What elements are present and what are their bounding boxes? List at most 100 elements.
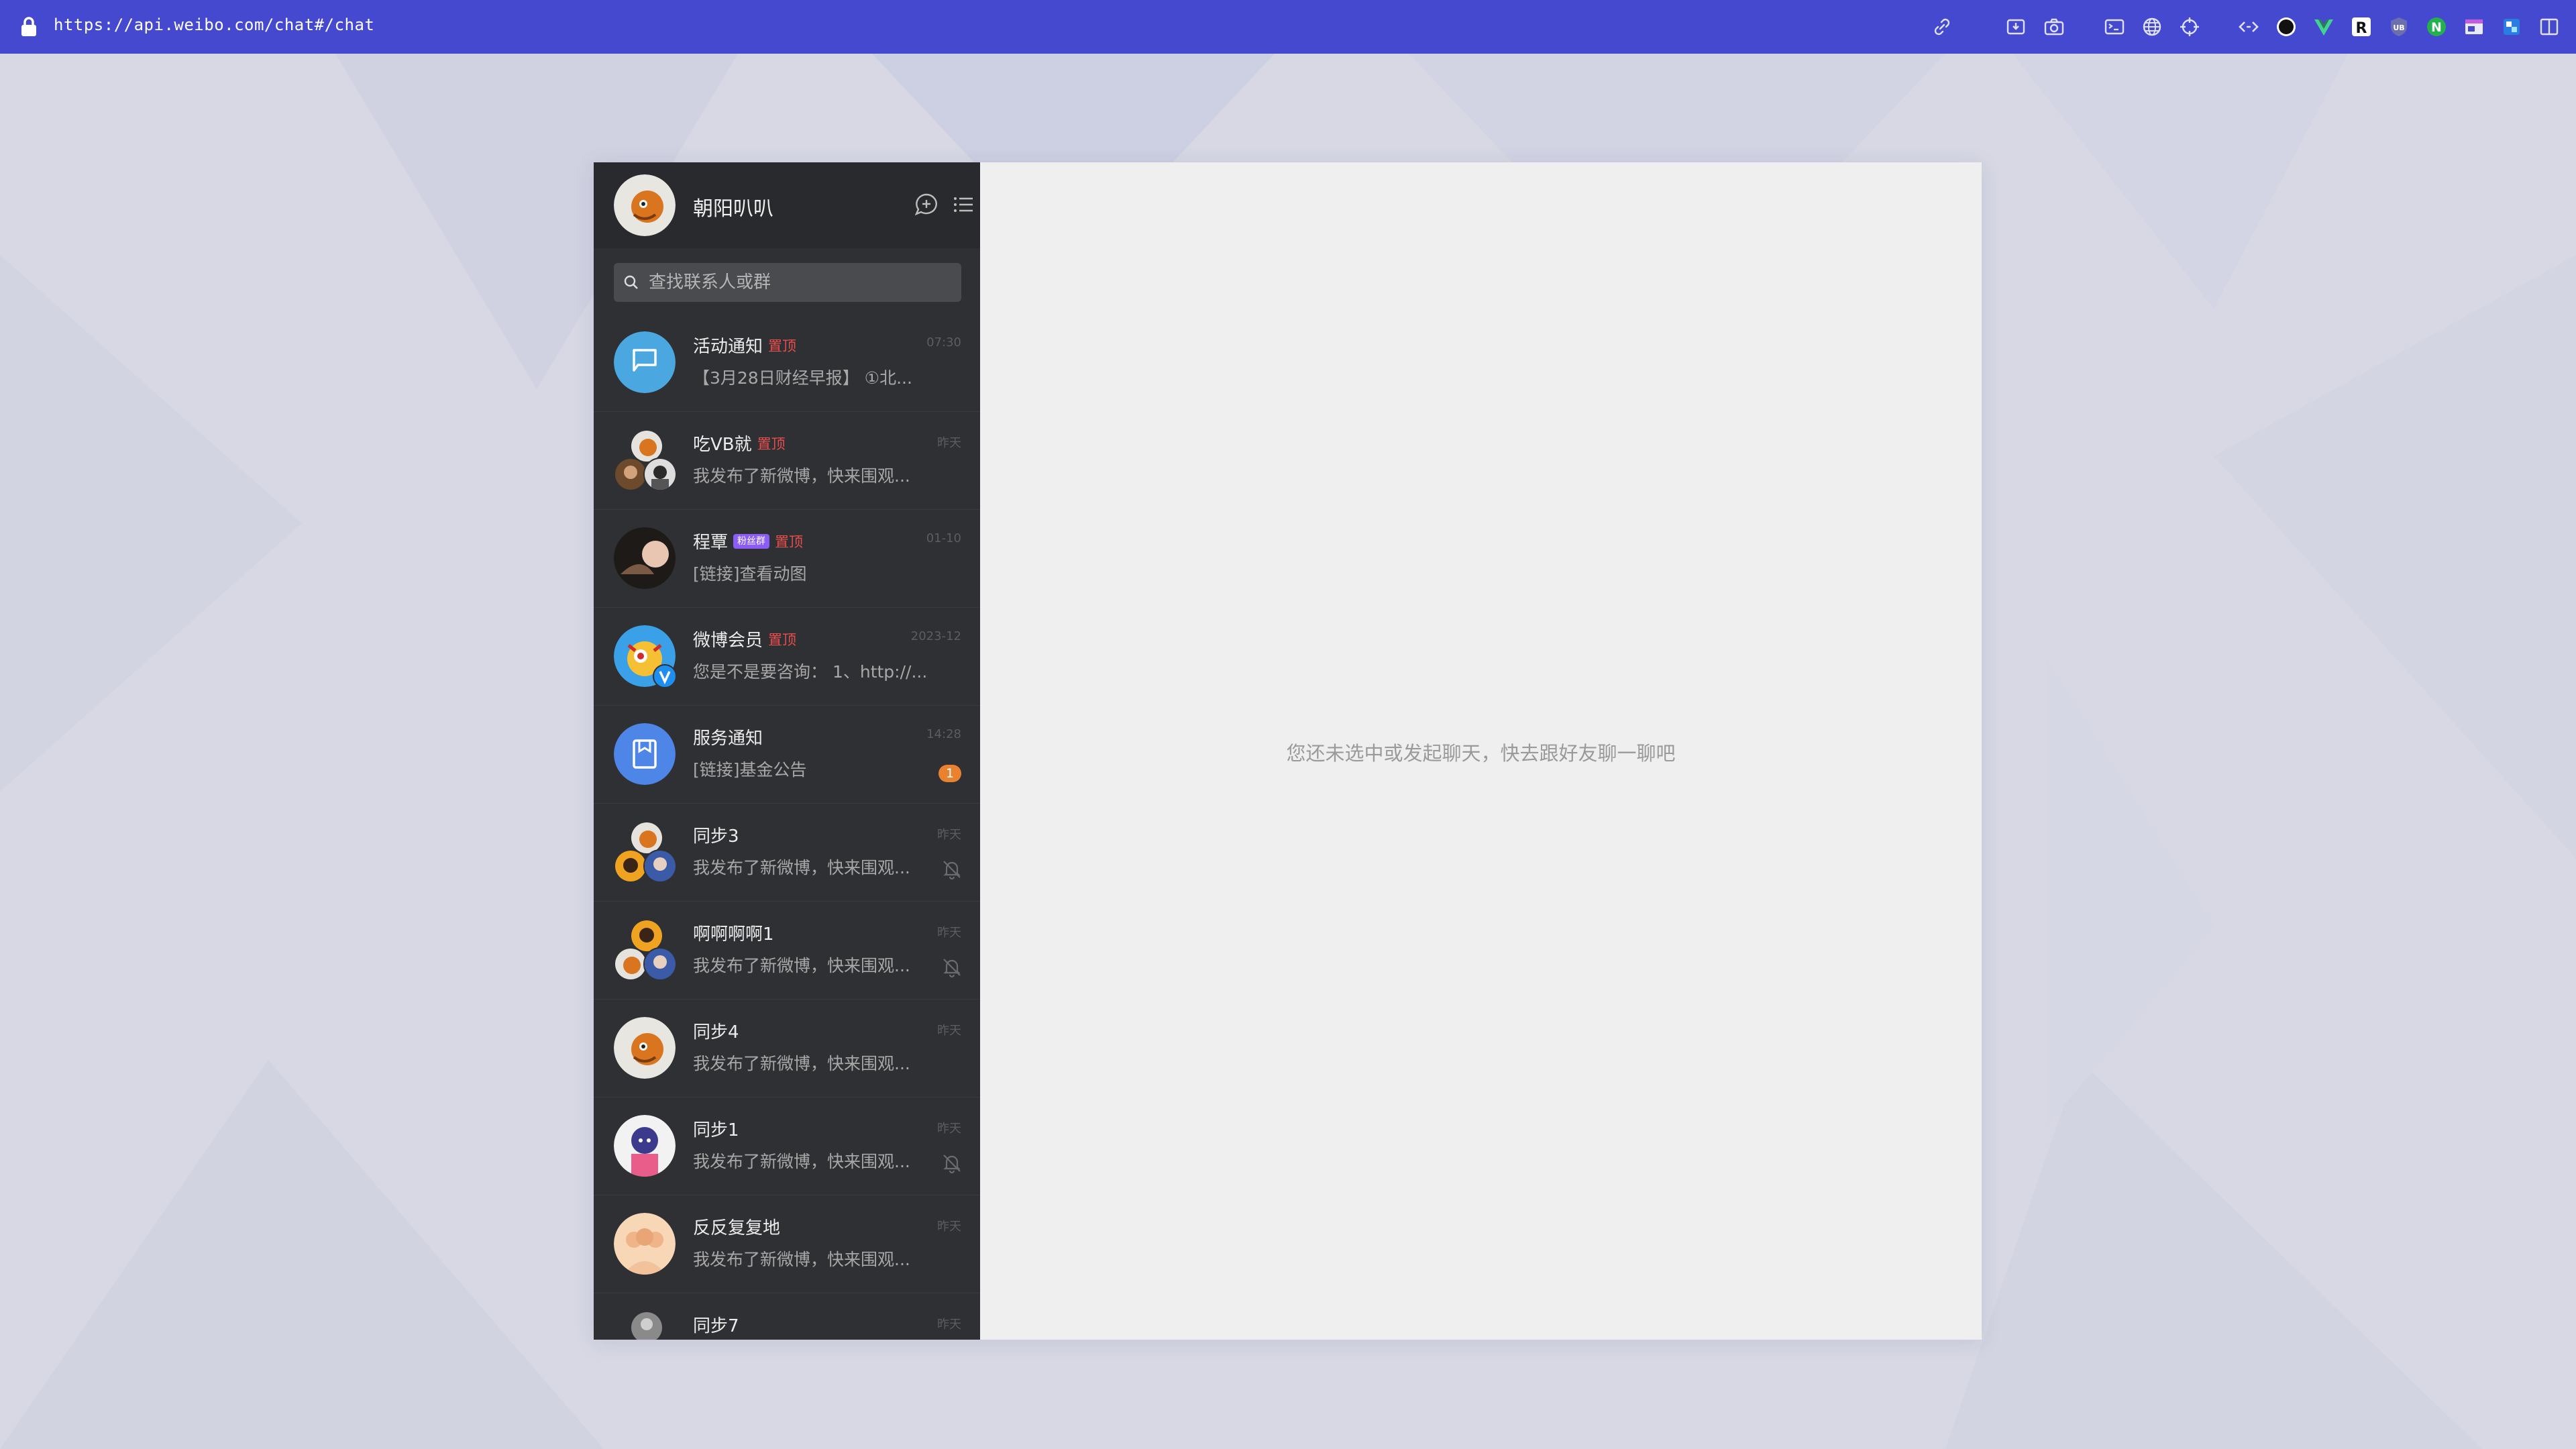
group-avatar [614,919,677,981]
conversation-preview: 我发布了新微博，快来围观... [693,466,910,486]
conversation-item[interactable]: 程覃 粉丝群 置顶 01-10 [链接]查看动图 [594,510,980,608]
service-avatar [614,723,676,785]
conversation-preview: 我发布了新微博，快来围观... [693,858,910,877]
pinned-tag: 置顶 [757,435,786,452]
muted-bell-icon [940,1151,964,1175]
conversation-item[interactable]: 同步4 昨天 我发布了新微博，快来围观... [594,1000,980,1097]
group-avatar [614,821,677,883]
conversation-title: 同步1 [693,1120,739,1140]
conversation-title: 活动通知 [693,337,763,357]
conversation-title: 啊啊啊啊1 [693,924,774,945]
search-input[interactable] [647,272,945,293]
conversation-list: 活动通知 置顶 07:30 【3月28日财经早报】 ①北... 吃VB就 置顶 … [594,314,980,1340]
chat-plus-icon [914,193,937,216]
conversation-preview: 我发布了新微博，快来围观... [693,1250,910,1269]
conversation-item[interactable]: 吃VB就 置顶 昨天 我发布了新微博，快来围观... [594,412,980,510]
crosshair-icon[interactable] [2178,15,2202,39]
contact-search[interactable] [614,263,961,302]
conversation-preview: 【3月28日财经早报】 ①北... [693,368,912,388]
conversation-title: 程覃 [693,533,729,553]
profile-name: 朝阳叭叭 [693,197,773,221]
verified-badge-icon [653,664,677,688]
conversation-sidebar: 朝阳叭叭 活动通知 置顶 [594,162,980,1340]
pinned-tag: 置顶 [768,631,797,648]
conversation-item[interactable]: 反反复复地 昨天 我发布了新微博，快来围观... [594,1195,980,1293]
muted-bell-icon [940,955,964,979]
muted-bell-icon [940,857,964,881]
chat-window: 朝阳叭叭 活动通知 置顶 [594,162,1982,1340]
conversation-preview: 我发布了新微博，快来围观... [693,1054,910,1073]
conversation-preview: 您是不是要咨询： 1、http://... [693,662,928,682]
code-brackets-icon[interactable] [2237,15,2261,39]
conversation-time: 07:30 [926,335,961,350]
conversation-title: 微博会员 [693,631,763,651]
camera-icon[interactable] [2042,15,2066,39]
conversation-time: 2023-12 [910,629,961,643]
sidebar-toggle-icon[interactable] [2537,15,2561,39]
conversation-item[interactable]: 同步1 昨天 我发布了新微博，快来围观... [594,1097,980,1195]
conversation-time: 昨天 [937,1024,961,1038]
conversation-title: 吃VB就 [693,435,752,455]
puzzle-extension-icon[interactable] [2500,15,2524,39]
conversation-preview: [链接]查看动图 [693,564,807,584]
user-avatar [614,527,676,589]
conversation-time: 昨天 [937,1122,961,1136]
globe-icon[interactable] [2140,15,2164,39]
conversation-title: 服务通知 [693,729,763,749]
conversation-item[interactable]: 啊啊啊啊1 昨天 我发布了新微博，快来围观... [594,902,980,1000]
bookmark-icon [614,723,676,785]
conversation-preview: [链接]基金公告 [693,760,807,780]
group-avatar [614,1311,677,1340]
conversation-time: 昨天 [937,926,961,940]
svg-text:UB: UB [2393,23,2404,32]
terminal-icon[interactable] [2102,15,2127,39]
conversation-time: 昨天 [937,828,961,842]
conversation-preview: 我发布了新微博，快来围观... [693,1152,910,1171]
my-avatar[interactable] [614,174,676,236]
pinned-tag: 置顶 [768,337,797,354]
conversation-item[interactable]: 活动通知 置顶 07:30 【3月28日财经早报】 ①北... [594,314,980,412]
chat-main-panel: 您还未选中或发起聊天，快去跟好友聊一聊吧 [980,162,1982,1340]
sidebar-header: 朝阳叭叭 [594,162,980,248]
conversation-title: 同步3 [693,826,739,847]
browser-toolbar: https://api.weibo.com/chat#/chat R UB N [0,0,2576,54]
flag-avatar [614,331,676,393]
new-chat-button[interactable] [912,191,941,219]
conversation-item[interactable]: 同步7 昨天 [594,1293,980,1340]
conversation-title: 同步7 [693,1316,739,1336]
menu-button[interactable] [949,191,977,219]
r-extension-icon[interactable]: R [2349,15,2373,39]
n-extension-icon[interactable]: N [2424,15,2449,39]
link-icon[interactable] [1930,15,1954,39]
shield-extension-icon[interactable]: UB [2387,15,2411,39]
conversation-title: 反反复复地 [693,1218,781,1238]
conversation-preview: 我发布了新微博，快来围观... [693,956,910,975]
user-avatar [614,1115,676,1177]
conversation-item[interactable]: 服务通知 14:28 [链接]基金公告 1 [594,706,980,804]
group-avatar [614,429,677,491]
unread-badge: 1 [938,765,961,782]
empty-chat-hint: 您还未选中或发起聊天，快去跟好友聊一聊吧 [1286,742,1676,765]
flag-icon [614,331,676,393]
conversation-item[interactable]: 微博会员 置顶 2023-12 您是不是要咨询： 1、http://... [594,608,980,706]
vue-devtools-icon[interactable] [2312,15,2336,39]
address-bar-url[interactable]: https://api.weibo.com/chat#/chat [54,15,374,34]
search-icon [624,275,638,289]
window-extension-icon[interactable] [2462,15,2486,39]
download-tray-icon[interactable] [2004,15,2028,39]
list-menu-icon [954,197,973,212]
conversation-time: 昨天 [937,436,961,450]
verified-avatar [614,625,677,688]
svg-text:R: R [2356,20,2367,37]
svg-text:N: N [2431,20,2442,35]
dark-circle-extension-icon[interactable] [2274,15,2298,39]
conversation-title: 同步4 [693,1022,739,1042]
conversation-time: 昨天 [937,1318,961,1332]
conversation-item[interactable]: 同步3 昨天 我发布了新微博，快来围观... [594,804,980,902]
user-avatar [614,1017,676,1079]
lock-icon [21,17,36,36]
pinned-tag: 置顶 [775,533,804,550]
conversation-time: 昨天 [937,1220,961,1234]
user-avatar [614,1213,676,1275]
fan-group-badge: 粉丝群 [733,533,770,549]
